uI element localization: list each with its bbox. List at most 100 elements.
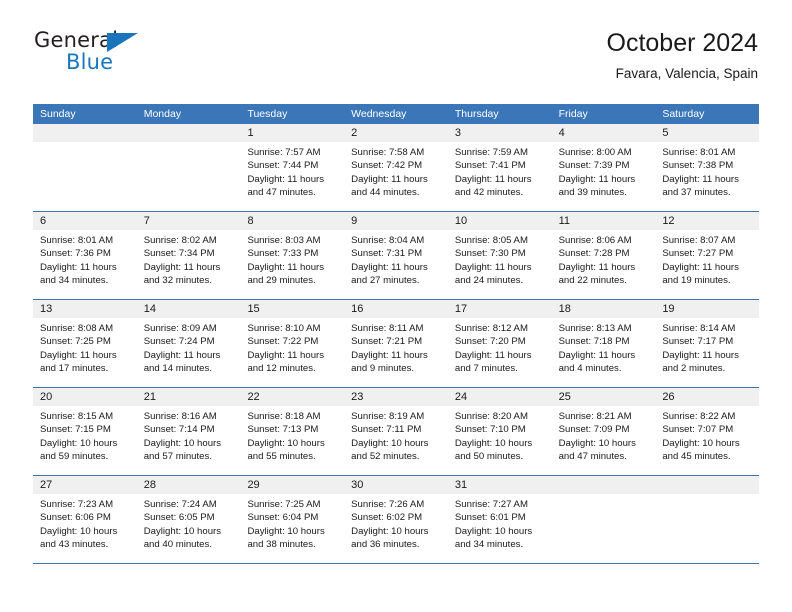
calendar-day-cell[interactable]: 4 Sunrise: 8:00 AM Sunset: 7:39 PM Daylight… — [551, 124, 656, 211]
daylight-duration-line2: and 22 minutes. — [558, 274, 627, 286]
day-number-band: 11 — [551, 212, 656, 230]
calendar-day-cell-empty — [655, 476, 760, 563]
sunrise-time: Sunrise: 8:15 AM — [40, 411, 114, 422]
calendar-day-cell[interactable]: 24 Sunrise: 8:20 AM Sunset: 7:10 PM Dayligh… — [447, 388, 552, 475]
calendar-day-cell[interactable]: 31 Sunrise: 7:27 AM Sunset: 6:01 PM Dayligh… — [447, 476, 552, 563]
day-details: Sunrise: 8:14 AM Sunset: 7:17 PM Daylight:… — [655, 318, 759, 375]
general-blue-logo[interactable]: General Blue — [34, 28, 284, 86]
calendar-day-cell[interactable]: 12 Sunrise: 8:07 AM Sunset: 7:27 PM Dayligh… — [655, 212, 760, 299]
calendar-day-cell[interactable]: 14 Sunrise: 8:09 AM Sunset: 7:24 PM Dayligh… — [136, 300, 241, 387]
sunset-time: Sunset: 6:05 PM — [143, 512, 215, 524]
day-details: Sunrise: 8:06 AM Sunset: 7:28 PM Daylight:… — [552, 230, 656, 287]
daylight-duration-line2: and 47 minutes. — [558, 450, 627, 462]
calendar-day-cell-empty — [136, 124, 241, 211]
day-number-band: 27 — [33, 476, 137, 494]
sunset-time: Sunset: 7:15 PM — [40, 424, 111, 436]
sunrise-time: Sunrise: 7:25 AM — [247, 499, 321, 510]
calendar-day-cell[interactable]: 25 Sunrise: 8:21 AM Sunset: 7:09 PM Dayligh… — [551, 388, 656, 475]
calendar-day-cell[interactable]: 6 Sunrise: 8:01 AM Sunset: 7:36 PM Daylight… — [33, 212, 137, 299]
sunset-time: Sunset: 7:31 PM — [351, 248, 423, 260]
day-details: Sunrise: 7:25 AM Sunset: 6:04 PM Daylight:… — [240, 494, 344, 551]
day-number: 29 — [247, 479, 260, 491]
daylight-duration-line1: Daylight: 10 hours — [351, 525, 429, 537]
calendar-day-cell[interactable]: 1 Sunrise: 7:57 AM Sunset: 7:44 PM Daylight… — [240, 124, 345, 211]
day-details: Sunrise: 8:08 AM Sunset: 7:25 PM Daylight:… — [33, 318, 137, 375]
calendar-day-cell[interactable]: 3 Sunrise: 7:59 AM Sunset: 7:41 PM Daylight… — [447, 124, 552, 211]
sunset-time: Sunset: 7:27 PM — [662, 248, 734, 260]
calendar-page: General Blue October 2024 Favara, Valenc… — [0, 0, 792, 612]
calendar-day-cell[interactable]: 15 Sunrise: 8:10 AM Sunset: 7:22 PM Dayligh… — [240, 300, 345, 387]
sunset-time: Sunset: 7:30 PM — [454, 248, 526, 260]
day-number-band: 4 — [551, 124, 656, 142]
daylight-duration-line2: and 45 minutes. — [662, 450, 731, 462]
sunrise-time: Sunrise: 7:26 AM — [351, 499, 425, 510]
day-number: 16 — [351, 303, 364, 315]
sunrise-time: Sunrise: 8:13 AM — [558, 323, 632, 334]
calendar-day-cell[interactable]: 8 Sunrise: 8:03 AM Sunset: 7:33 PM Daylight… — [240, 212, 345, 299]
day-number: 26 — [662, 391, 675, 403]
calendar-day-cell[interactable]: 22 Sunrise: 8:18 AM Sunset: 7:13 PM Dayligh… — [240, 388, 345, 475]
day-number: 3 — [454, 127, 461, 139]
calendar-day-cell[interactable]: 18 Sunrise: 8:13 AM Sunset: 7:18 PM Dayligh… — [551, 300, 656, 387]
daylight-duration-line1: Daylight: 10 hours — [143, 437, 222, 449]
sunrise-time: Sunrise: 8:18 AM — [247, 411, 321, 422]
calendar-week-row: 13 Sunrise: 8:08 AM Sunset: 7:25 PM Dayligh… — [33, 300, 760, 388]
sunset-time: Sunset: 7:11 PM — [351, 424, 422, 436]
sunrise-time: Sunrise: 8:22 AM — [662, 411, 736, 422]
daylight-duration-line1: Daylight: 10 hours — [143, 525, 222, 537]
calendar-day-cell[interactable]: 21 Sunrise: 8:16 AM Sunset: 7:14 PM Dayligh… — [136, 388, 241, 475]
day-number: 2 — [351, 127, 358, 139]
day-number: 27 — [40, 479, 53, 491]
daylight-duration-line1: Daylight: 10 hours — [351, 437, 429, 449]
sunset-time: Sunset: 7:44 PM — [247, 160, 319, 172]
daylight-duration-line2: and 59 minutes. — [40, 450, 109, 462]
day-number: 12 — [662, 215, 675, 227]
calendar-day-cell[interactable]: 5 Sunrise: 8:01 AM Sunset: 7:38 PM Daylight… — [655, 124, 760, 211]
day-details: Sunrise: 7:58 AM Sunset: 7:42 PM Daylight:… — [344, 142, 448, 199]
calendar-day-cell[interactable]: 23 Sunrise: 8:19 AM Sunset: 7:11 PM Dayligh… — [344, 388, 448, 475]
calendar-day-cell[interactable]: 7 Sunrise: 8:02 AM Sunset: 7:34 PM Daylight… — [136, 212, 241, 299]
sunset-time: Sunset: 7:21 PM — [351, 336, 423, 348]
calendar-day-cell-empty — [551, 476, 656, 563]
calendar-day-cell[interactable]: 20 Sunrise: 8:15 AM Sunset: 7:15 PM Dayligh… — [33, 388, 137, 475]
day-number: 24 — [454, 391, 468, 403]
calendar-day-cell[interactable]: 29 Sunrise: 7:25 AM Sunset: 6:04 PM Dayligh… — [240, 476, 345, 563]
sunset-time: Sunset: 7:13 PM — [247, 424, 319, 436]
day-details: Sunrise: 8:20 AM Sunset: 7:10 PM Daylight:… — [448, 406, 552, 463]
calendar-week-row: 1 Sunrise: 7:57 AM Sunset: 7:44 PM Daylight… — [33, 124, 760, 212]
day-details: Sunrise: 8:09 AM Sunset: 7:24 PM Daylight:… — [137, 318, 241, 375]
sunrise-time: Sunrise: 8:03 AM — [247, 235, 321, 246]
daylight-duration-line1: Daylight: 11 hours — [351, 261, 428, 273]
calendar-day-cell[interactable]: 11 Sunrise: 8:06 AM Sunset: 7:28 PM Dayligh… — [551, 212, 656, 299]
sunrise-time: Sunrise: 8:05 AM — [454, 235, 528, 246]
day-details: Sunrise: 8:16 AM Sunset: 7:14 PM Daylight:… — [137, 406, 241, 463]
sunset-time: Sunset: 7:07 PM — [662, 424, 734, 436]
day-details: Sunrise: 8:12 AM Sunset: 7:20 PM Daylight:… — [448, 318, 552, 375]
calendar-day-cell[interactable]: 17 Sunrise: 8:12 AM Sunset: 7:20 PM Dayligh… — [447, 300, 552, 387]
day-number: 13 — [40, 303, 53, 315]
daylight-duration-line2: and 2 minutes. — [662, 362, 726, 374]
daylight-duration-line1: Daylight: 11 hours — [247, 349, 325, 361]
calendar-day-cell[interactable]: 13 Sunrise: 8:08 AM Sunset: 7:25 PM Dayligh… — [33, 300, 137, 387]
calendar-day-cell[interactable]: 2 Sunrise: 7:58 AM Sunset: 7:42 PM Daylight… — [344, 124, 448, 211]
sunset-time: Sunset: 7:09 PM — [558, 424, 630, 436]
daylight-duration-line2: and 38 minutes. — [247, 538, 316, 550]
day-number: 11 — [558, 215, 571, 227]
calendar-day-cell[interactable]: 9 Sunrise: 8:04 AM Sunset: 7:31 PM Daylight… — [344, 212, 448, 299]
calendar-day-cell[interactable]: 28 Sunrise: 7:24 AM Sunset: 6:05 PM Dayligh… — [136, 476, 241, 563]
daylight-duration-line2: and 7 minutes. — [454, 362, 518, 374]
day-details: Sunrise: 7:26 AM Sunset: 6:02 PM Daylight:… — [344, 494, 448, 551]
weekday-header-friday: Friday — [558, 108, 588, 120]
calendar-day-cell[interactable]: 27 Sunrise: 7:23 AM Sunset: 6:06 PM Dayligh… — [33, 476, 137, 563]
day-number: 19 — [662, 303, 675, 315]
calendar-day-cell[interactable]: 19 Sunrise: 8:14 AM Sunset: 7:17 PM Dayligh… — [655, 300, 760, 387]
calendar-week-row: 20 Sunrise: 8:15 AM Sunset: 7:15 PM Dayligh… — [33, 388, 760, 476]
sunset-time: Sunset: 7:20 PM — [454, 336, 526, 348]
day-number: 30 — [351, 479, 364, 491]
calendar-day-cell[interactable]: 10 Sunrise: 8:05 AM Sunset: 7:30 PM Dayligh… — [447, 212, 552, 299]
calendar-day-cell[interactable]: 30 Sunrise: 7:26 AM Sunset: 6:02 PM Dayligh… — [344, 476, 448, 563]
sunset-time: Sunset: 7:42 PM — [351, 160, 423, 172]
calendar-day-cell[interactable]: 16 Sunrise: 8:11 AM Sunset: 7:21 PM Dayligh… — [344, 300, 448, 387]
calendar-day-cell[interactable]: 26 Sunrise: 8:22 AM Sunset: 7:07 PM Dayligh… — [655, 388, 760, 475]
calendar-weeks: 1 Sunrise: 7:57 AM Sunset: 7:44 PM Daylight… — [33, 124, 760, 564]
